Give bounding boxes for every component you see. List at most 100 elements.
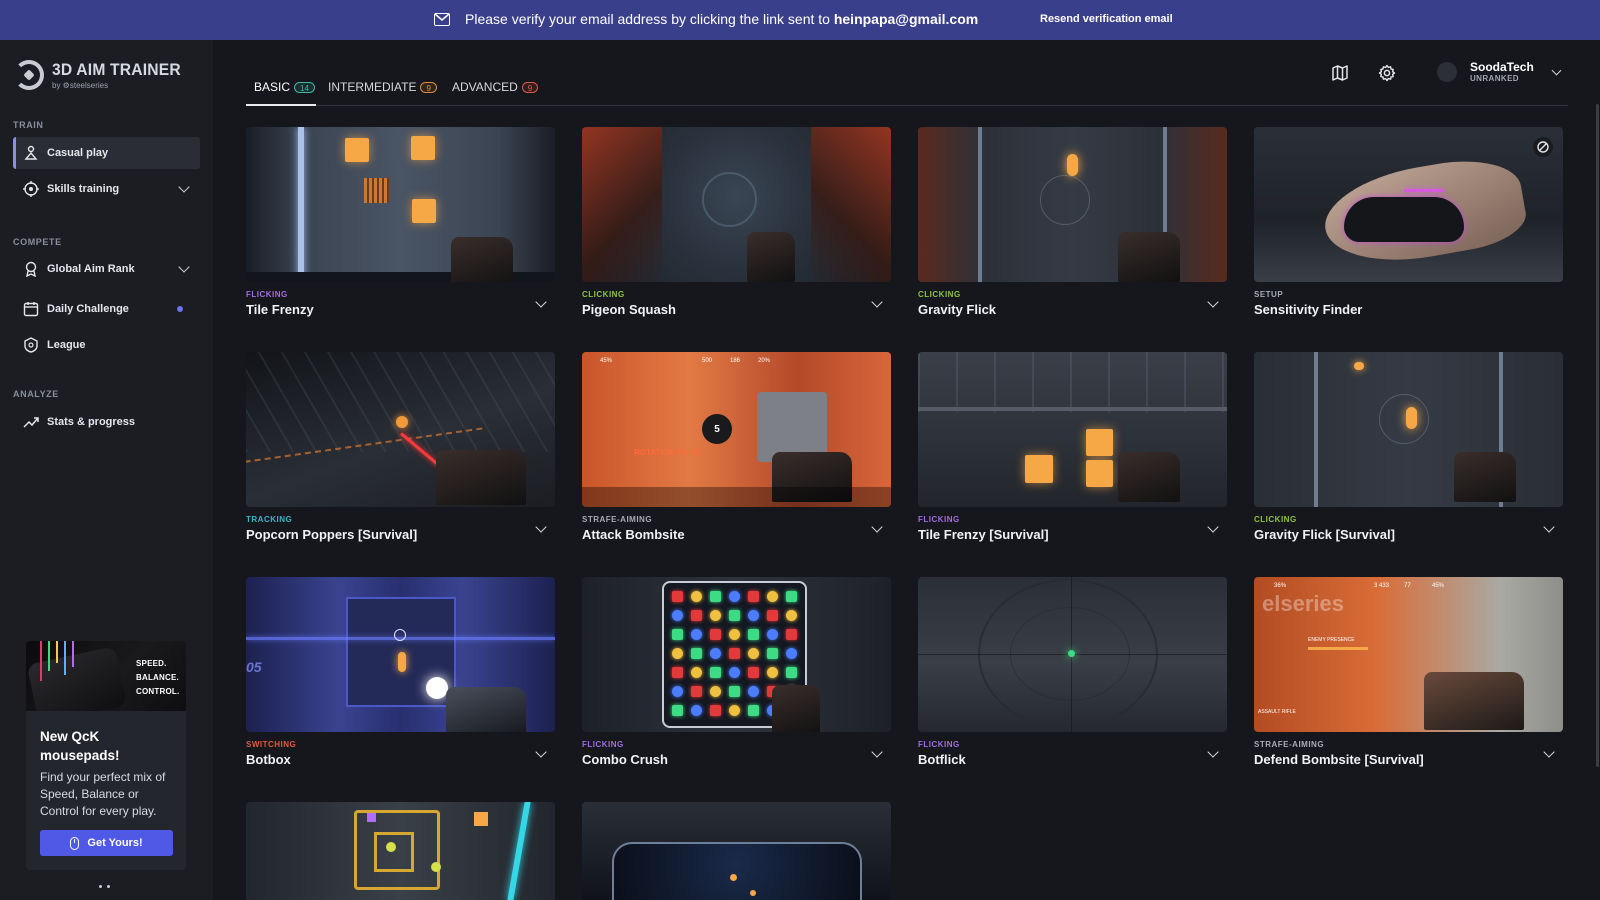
scenario-name: Gravity Flick xyxy=(918,302,997,317)
chevron-down-icon[interactable] xyxy=(871,521,883,533)
chevron-down-icon xyxy=(178,181,190,193)
scenario-card-attack-bombsite[interactable]: 5 ROTATION POINT 45% 500 186 20% STRAFE-… xyxy=(582,352,891,552)
scenario-category: FLICKING xyxy=(582,740,624,749)
mousepad-promo: SPEED. BALANCE. CONTROL. New QcK mousepa… xyxy=(26,641,186,870)
calendar-icon xyxy=(23,301,39,317)
scenario-card-pigeon-squash[interactable]: CLICKING Pigeon Squash xyxy=(582,127,891,327)
scrollbar[interactable] xyxy=(1596,104,1599,767)
section-label-compete: COMPETE xyxy=(13,237,62,247)
crosshair-icon xyxy=(23,181,39,197)
trend-up-icon xyxy=(23,414,39,430)
gem xyxy=(672,648,683,659)
shield-icon xyxy=(23,337,39,353)
scenario-card-tile-frenzy-survival[interactable]: FLICKING Tile Frenzy [Survival] xyxy=(918,352,1227,552)
gem xyxy=(672,610,683,621)
scenario-category: FLICKING xyxy=(918,740,960,749)
scenario-card-gravity-flick[interactable]: CLICKING Gravity Flick xyxy=(918,127,1227,327)
chevron-down-icon[interactable] xyxy=(1207,746,1219,758)
promo-tag: CONTROL. xyxy=(136,687,180,696)
mail-icon xyxy=(434,13,450,26)
logo-name: 3D AIM TRAINER xyxy=(52,60,181,79)
scenario-card-gravity-flick-survival[interactable]: CLICKING Gravity Flick [Survival] xyxy=(1254,352,1563,552)
scenario-card-sensitivity-finder[interactable]: SETUP Sensitivity Finder xyxy=(1254,127,1563,327)
sidebar-item-league[interactable]: League xyxy=(13,329,200,361)
scenario-card-botflick[interactable]: FLICKING Botflick xyxy=(918,577,1227,777)
scenario-card-partial[interactable] xyxy=(582,802,891,900)
gem xyxy=(748,610,759,621)
sidebar-item-label: Casual play xyxy=(47,147,109,159)
gem xyxy=(748,686,759,697)
hud-stat: 500 xyxy=(702,358,713,364)
chevron-down-icon[interactable] xyxy=(535,296,547,308)
chevron-down-icon[interactable] xyxy=(535,746,547,758)
sidebar-item-casual-play[interactable]: Casual play xyxy=(13,137,200,169)
scenario-card-partial[interactable] xyxy=(246,802,555,900)
tab-advanced[interactable]: ADVANCED 9 xyxy=(452,80,539,94)
email-address: heinpapa@gmail.com xyxy=(833,11,979,27)
scenario-thumbnail: elseries ENEMY PRESENCE 36% 3 433 77 45%… xyxy=(1254,577,1563,732)
get-yours-button[interactable]: Get Yours! xyxy=(40,830,173,856)
scenario-card-popcorn-poppers[interactable]: TRACKING Popcorn Poppers [Survival] xyxy=(246,352,555,552)
scenario-name: Popcorn Poppers [Survival] xyxy=(246,527,418,542)
user-rank: UNRANKED xyxy=(1470,74,1519,83)
chevron-down-icon[interactable] xyxy=(871,746,883,758)
chevron-down-icon[interactable] xyxy=(1207,296,1219,308)
sidebar-item-label: League xyxy=(47,339,86,351)
scenario-thumbnail: 5 ROTATION POINT 45% 500 186 20% xyxy=(582,352,891,507)
promo-description: Find your perfect mix of Speed, Balance … xyxy=(40,770,166,818)
gear-icon[interactable] xyxy=(1378,64,1396,82)
promo-pager[interactable] xyxy=(99,885,110,888)
chevron-down-icon[interactable] xyxy=(1543,746,1555,758)
gem xyxy=(710,629,721,640)
gem xyxy=(729,705,740,716)
gem xyxy=(672,629,683,640)
map-icon[interactable] xyxy=(1331,64,1349,82)
gem xyxy=(748,629,759,640)
tab-basic[interactable]: BASIC 14 xyxy=(254,80,315,94)
chevron-down-icon[interactable] xyxy=(871,296,883,308)
scenario-name: Gravity Flick [Survival] xyxy=(1254,527,1395,542)
sidebar-item-skills-training[interactable]: Skills training xyxy=(13,173,200,205)
scenario-name: Defend Bombsite [Survival] xyxy=(1254,752,1424,767)
countdown-timer: 5 xyxy=(702,414,732,444)
sidebar-item-daily-challenge[interactable]: Daily Challenge xyxy=(13,293,200,325)
chevron-down-icon[interactable] xyxy=(1543,521,1555,533)
hud-stat: 3 433 xyxy=(1374,583,1390,589)
tab-label: INTERMEDIATE xyxy=(328,80,417,94)
scenario-thumbnail xyxy=(582,577,891,732)
gem xyxy=(786,591,797,602)
app-logo[interactable]: 3D AIM TRAINER by ⚙steelseries xyxy=(14,60,192,90)
tab-count-badge: 9 xyxy=(420,81,437,93)
scenario-card-defend-bombsite[interactable]: elseries ENEMY PRESENCE 36% 3 433 77 45%… xyxy=(1254,577,1563,777)
user-menu[interactable]: SoodaTech UNRANKED xyxy=(1437,61,1562,83)
rotation-point-label: ROTATION POINT xyxy=(634,448,702,457)
scenario-card-tile-frenzy[interactable]: FLICKING Tile Frenzy xyxy=(246,127,555,327)
verification-message: Please verify your email address by clic… xyxy=(465,11,979,27)
sidebar-item-label: Skills training xyxy=(47,183,120,195)
scenario-thumbnail xyxy=(582,127,891,282)
scenario-category: SETUP xyxy=(1254,290,1284,299)
gem xyxy=(710,705,721,716)
lane-number: 05 xyxy=(246,659,262,675)
verification-banner: Please verify your email address by clic… xyxy=(0,0,1600,40)
hud-stat: 45% xyxy=(1432,583,1445,589)
resend-verification-link[interactable]: Resend verification email xyxy=(1040,13,1173,25)
scenario-card-botbox[interactable]: 05 SWITCHING Botbox xyxy=(246,577,555,777)
scenario-card-combo-crush[interactable]: FLICKING Combo Crush xyxy=(582,577,891,777)
tab-intermediate[interactable]: INTERMEDIATE 9 xyxy=(328,80,437,94)
scenario-name: Sensitivity Finder xyxy=(1254,302,1363,317)
gem xyxy=(672,591,683,602)
scenario-category: STRAFE-AIMING xyxy=(582,515,653,524)
hud-stat: 36% xyxy=(1274,583,1287,589)
rank-icon xyxy=(23,261,39,278)
gem xyxy=(691,705,702,716)
chevron-down-icon[interactable] xyxy=(1207,521,1219,533)
sidebar-item-stats-progress[interactable]: Stats & progress xyxy=(13,406,200,438)
expand-icon[interactable] xyxy=(1533,137,1553,157)
chevron-down-icon[interactable] xyxy=(535,521,547,533)
gem xyxy=(729,629,740,640)
gem xyxy=(767,667,778,678)
sidebar-item-label: Global Aim Rank xyxy=(47,263,135,275)
sidebar-item-global-aim-rank[interactable]: Global Aim Rank xyxy=(13,253,200,285)
gem xyxy=(767,648,778,659)
